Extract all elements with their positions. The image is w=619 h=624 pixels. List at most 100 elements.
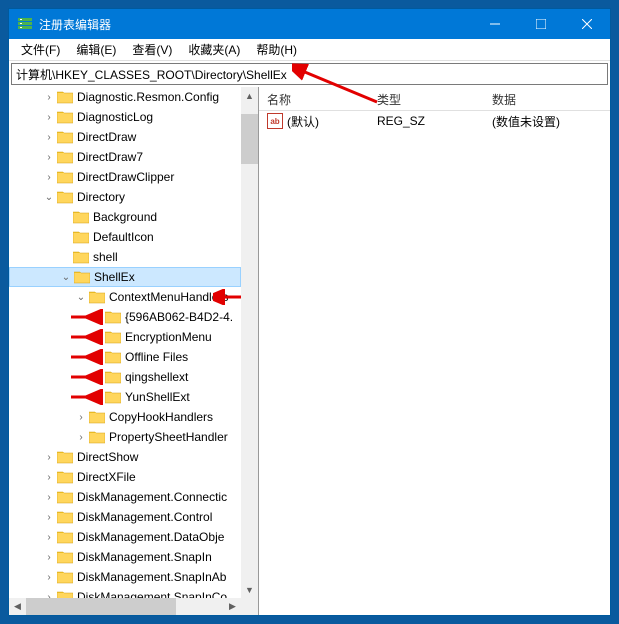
scroll-thumb-h[interactable] [26, 598, 176, 615]
tree-expander-icon[interactable]: ⌄ [41, 189, 57, 205]
tree-item[interactable]: › DirectShow [9, 447, 241, 467]
tree-item[interactable]: › CopyHookHandlers [9, 407, 241, 427]
tree-item[interactable]: ›DirectDraw7 [9, 147, 241, 167]
tree-expander-icon[interactable]: › [41, 509, 57, 525]
tree-expander-icon[interactable]: ⌄ [73, 289, 89, 305]
tree-label: DiskManagement.SnapInAb [77, 570, 226, 584]
folder-icon [89, 410, 105, 424]
annotation-arrow [213, 289, 241, 305]
tree-label: qingshellext [125, 370, 188, 384]
tree-label: DiagnosticLog [77, 110, 153, 124]
tree-label: EncryptionMenu [125, 330, 212, 344]
menu-file[interactable]: 文件(F) [13, 39, 68, 60]
tree-label: DirectDrawClipper [77, 170, 174, 184]
scroll-up-button[interactable]: ▲ [241, 87, 258, 104]
tree-item[interactable]: DefaultIcon [9, 227, 241, 247]
close-button[interactable] [564, 9, 610, 39]
tree-item[interactable]: ⌄ContextMenuHandlers [9, 287, 241, 307]
tree-item[interactable]: › DiskManagement.DataObje [9, 527, 241, 547]
tree-expander-icon[interactable]: › [41, 469, 57, 485]
scroll-corner [241, 598, 258, 615]
string-value-icon: ab [267, 113, 283, 129]
tree-label: DiskManagement.SnapIn [77, 550, 212, 564]
tree-expander-icon[interactable]: › [41, 489, 57, 505]
scroll-thumb-v[interactable] [241, 114, 258, 164]
tree-expander-icon[interactable]: › [41, 129, 57, 145]
tree-expander-icon[interactable]: › [41, 549, 57, 565]
tree-label: CopyHookHandlers [109, 410, 213, 424]
registry-editor-window: 注册表编辑器 文件(F) 编辑(E) 查看(V) 收藏夹(A) 帮助(H) 计算… [8, 8, 611, 616]
tree-expander-icon[interactable]: › [73, 409, 89, 425]
tree-item[interactable]: ›DirectXFile [9, 467, 241, 487]
folder-icon [105, 330, 121, 344]
scroll-left-button[interactable]: ◀ [9, 598, 26, 615]
tree-item[interactable]: ⌄Directory [9, 187, 241, 207]
annotation-arrow [67, 389, 103, 405]
folder-icon [57, 550, 73, 564]
folder-icon [57, 570, 73, 584]
tree-item[interactable]: › DiskManagement.Control [9, 507, 241, 527]
tree-item[interactable]: Offline Files [9, 347, 241, 367]
tree-item[interactable]: › DiskManagement.SnapInAb [9, 567, 241, 587]
tree-item[interactable]: › Diagnostic.Resmon.Config [9, 87, 241, 107]
menu-favorites[interactable]: 收藏夹(A) [180, 39, 248, 60]
tree-panel[interactable]: ›Diagnostic.Resmon.Config›DiagnosticLog›… [9, 87, 259, 615]
tree-label: DiskManagement.DataObje [77, 530, 224, 544]
tree-item[interactable]: EncryptionMenu [9, 327, 241, 347]
tree-scrollbar-vertical[interactable]: ▲ ▼ [241, 87, 258, 598]
tree-item[interactable]: › DirectDraw [9, 127, 241, 147]
tree-label: DirectShow [77, 450, 138, 464]
col-type[interactable]: 类型 [369, 87, 484, 110]
col-data[interactable]: 数据 [484, 87, 610, 110]
tree-expander-icon[interactable]: › [41, 149, 57, 165]
folder-icon [57, 150, 73, 164]
list-row[interactable]: ab(默认)REG_SZ(数值未设置) [259, 111, 610, 131]
tree-item[interactable]: qingshellext [9, 367, 241, 387]
tree-label: Background [93, 210, 157, 224]
list-panel[interactable]: 名称 类型 数据 ab(默认)REG_SZ(数值未设置) [259, 87, 610, 615]
tree-item[interactable]: Background [9, 207, 241, 227]
tree-expander-icon[interactable]: ⌄ [58, 269, 74, 285]
tree-expander-icon[interactable]: › [41, 529, 57, 545]
tree-label: DiskManagement.Control [77, 510, 212, 524]
tree-item[interactable]: ›DiskManagement.SnapInCo [9, 587, 241, 598]
tree-item[interactable]: ⌄ ShellEx [9, 267, 241, 287]
tree-item[interactable]: shell [9, 247, 241, 267]
address-bar[interactable]: 计算机\HKEY_CLASSES_ROOT\Directory\ShellEx [11, 63, 608, 85]
tree-label: DefaultIcon [93, 230, 154, 244]
scroll-down-button[interactable]: ▼ [241, 581, 258, 598]
menu-edit[interactable]: 编辑(E) [68, 39, 124, 60]
tree-expander-icon[interactable]: › [41, 109, 57, 125]
tree-item[interactable]: › DiagnosticLog [9, 107, 241, 127]
maximize-button[interactable] [518, 9, 564, 39]
tree-item[interactable]: › DiskManagement.Connectic [9, 487, 241, 507]
tree-expander-icon[interactable]: › [41, 569, 57, 585]
tree-label: shell [93, 250, 118, 264]
tree-item[interactable]: YunShellExt [9, 387, 241, 407]
tree-item[interactable]: {596AB062-B4D2-4. [9, 307, 241, 327]
tree-expander-icon[interactable]: › [41, 169, 57, 185]
tree-label: DiskManagement.Connectic [77, 490, 227, 504]
tree-item[interactable]: ›PropertySheetHandler [9, 427, 241, 447]
list-header: 名称 类型 数据 [259, 87, 610, 111]
tree-item[interactable]: › DirectDrawClipper [9, 167, 241, 187]
tree-scrollbar-horizontal[interactable]: ◀ ▶ [9, 598, 241, 615]
tree-label: DirectDraw [77, 130, 136, 144]
tree-expander-icon[interactable]: › [41, 449, 57, 465]
tree-expander-icon[interactable]: › [41, 89, 57, 105]
value-name: (默认) [287, 113, 319, 130]
titlebar[interactable]: 注册表编辑器 [9, 9, 610, 39]
window-title: 注册表编辑器 [39, 16, 472, 33]
tree-label: Diagnostic.Resmon.Config [77, 90, 219, 104]
tree-expander-icon[interactable]: › [41, 589, 57, 598]
col-name[interactable]: 名称 [259, 87, 369, 110]
value-data: (数值未设置) [484, 111, 610, 132]
minimize-button[interactable] [472, 9, 518, 39]
scroll-right-button[interactable]: ▶ [224, 598, 241, 615]
menu-help[interactable]: 帮助(H) [248, 39, 305, 60]
tree-expander-icon[interactable]: › [73, 429, 89, 445]
menu-view[interactable]: 查看(V) [124, 39, 180, 60]
folder-icon [74, 270, 90, 284]
tree-label: ShellEx [94, 270, 135, 284]
tree-item[interactable]: › DiskManagement.SnapIn [9, 547, 241, 567]
